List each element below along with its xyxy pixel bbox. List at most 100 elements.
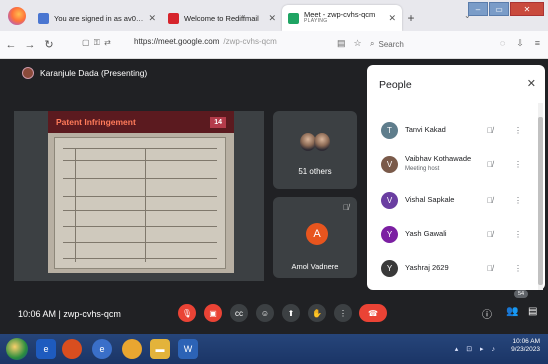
others-count-label: 51 others — [298, 167, 332, 176]
more-options-icon[interactable]: ⋮ — [514, 196, 522, 205]
avatar: Y — [381, 259, 398, 277]
avatar: T — [381, 121, 398, 139]
tab-meet[interactable]: Meet - zwp-cvhs-qcm PLAYING ✕ — [282, 5, 402, 31]
ie-icon[interactable]: e — [36, 339, 56, 359]
people-panel: People ✕ T Tanvi Kakad 🎙̸ ⋮ V Vaibhav Ko… — [367, 65, 545, 290]
people-panel-title: People — [379, 79, 412, 91]
leave-call-button[interactable]: ☎ — [359, 304, 387, 322]
muted-mic-icon: 🎙̸ — [487, 159, 493, 169]
presenter-avatar — [22, 67, 34, 79]
windows-taskbar: e e ▬ W ▴ ⊡ ▸ ♪ 10:06 AM 9/23/2023 — [0, 334, 548, 364]
taskbar-time: 10:06 AM — [512, 338, 540, 345]
participant-name: Yash Gawali — [405, 229, 447, 239]
muted-mic-icon: 🎙̸ — [487, 229, 493, 239]
captions-icon: cc — [235, 308, 243, 318]
more-options-icon[interactable]: ⋮ — [514, 230, 522, 239]
meeting-code: zwp-cvhs-qcm — [63, 309, 121, 319]
tab-title: Welcome to Rediffmail — [184, 13, 259, 23]
meeting-clock: 10:06 AM — [18, 309, 57, 319]
toolbar-icons: ◌ ⇩ ≡ — [500, 38, 540, 49]
present-button[interactable]: ⬆ — [282, 304, 300, 322]
participant-tile[interactable]: 🎙̸ A Amol Vadnere — [273, 197, 357, 278]
meeting-details-icon[interactable]: ⓘ — [482, 306, 492, 321]
participant-faces — [300, 133, 332, 151]
bookmark-star-icon[interactable]: ☆ — [354, 38, 362, 49]
raise-hand-icon: ✋ — [312, 308, 322, 318]
word-icon[interactable]: W — [178, 339, 198, 359]
maximize-icon[interactable]: ▭ — [489, 2, 509, 16]
reload-icon[interactable]: ↻ — [41, 38, 57, 51]
system-tray-icons[interactable]: ▴ ⊡ ▸ ♪ — [455, 345, 498, 353]
slide-document-photo — [54, 137, 226, 269]
list-item[interactable]: Y Yash Gawali 🎙̸ ⋮ — [367, 217, 537, 251]
more-options-button[interactable]: ⋮ — [334, 304, 352, 322]
url-bar[interactable]: https://meet.google.com/zwp-cvhs-qcm — [134, 37, 277, 46]
menu-icon[interactable]: ≡ — [535, 38, 540, 49]
list-item[interactable]: V Vaibhav Kothawade Meeting host 🎙̸ ⋮ — [367, 147, 537, 181]
close-tab-icon[interactable]: ✕ — [268, 13, 276, 24]
muted-mic-icon: 🎙̸ — [487, 195, 493, 205]
participant-avatar: A — [306, 223, 328, 245]
reader-view-icon[interactable]: ▤ — [337, 38, 346, 49]
raise-hand-button[interactable]: ✋ — [308, 304, 326, 322]
close-icon[interactable]: ✕ — [527, 77, 536, 90]
others-tile[interactable]: 51 others — [273, 111, 357, 189]
extensions-icon[interactable]: ⇩ — [516, 38, 524, 49]
window-controls: – ▭ ✕ — [468, 2, 544, 16]
tab-rediffmail[interactable]: Welcome to Rediffmail ✕ — [162, 5, 282, 31]
avatar: V — [381, 155, 398, 173]
pocket-icon[interactable]: ◌ — [500, 38, 505, 49]
emoji-icon: ☺ — [260, 308, 270, 318]
taskbar-date: 9/23/2023 — [511, 346, 540, 354]
chat-icon[interactable]: ▤ — [528, 306, 537, 317]
minimize-icon[interactable]: – — [468, 2, 488, 16]
back-icon[interactable]: ← — [3, 39, 19, 51]
participant-name: Yashraj 2629 — [405, 263, 449, 273]
close-tab-icon[interactable]: ✕ — [388, 13, 396, 24]
participant-list: T Tanvi Kakad 🎙̸ ⋮ V Vaibhav Kothawade M… — [367, 103, 545, 288]
more-options-icon[interactable]: ⋮ — [514, 264, 522, 273]
url-path: /zwp-cvhs-qcm — [223, 37, 277, 46]
list-item[interactable]: V Vishal Sapkale 🎙̸ ⋮ — [367, 183, 537, 217]
camera-toggle-button[interactable]: ▣ — [204, 304, 222, 322]
file-explorer-icon[interactable]: ▬ — [150, 339, 170, 359]
firefox-logo-icon — [8, 7, 26, 25]
search-box[interactable]: ⌕ Search — [366, 35, 486, 53]
screen: You are signed in as av072010 ✕ Welcome … — [0, 0, 548, 364]
muted-mic-icon: 🎙̸ — [487, 263, 493, 273]
avatar: Y — [381, 225, 398, 243]
captions-button[interactable]: cc — [230, 304, 248, 322]
people-scrollbar[interactable] — [538, 103, 543, 290]
more-options-icon[interactable]: ⋮ — [514, 126, 522, 135]
new-tab-button[interactable]: + — [402, 5, 420, 31]
rediff-favicon-icon — [168, 12, 179, 24]
end-call-icon: ☎ — [368, 308, 378, 318]
browser-tab-strip: You are signed in as av072010 ✕ Welcome … — [0, 0, 548, 31]
mic-off-icon: 🎙 — [181, 308, 193, 318]
start-button[interactable] — [6, 338, 28, 360]
taskbar-clock[interactable]: 10:06 AM 9/23/2023 — [511, 338, 540, 354]
tab-signed-in[interactable]: You are signed in as av072010 ✕ — [32, 5, 162, 31]
participant-count-badge: 54 — [514, 290, 529, 298]
forward-icon[interactable]: → — [22, 39, 38, 51]
muted-mic-icon: 🎙̸ — [487, 125, 493, 135]
presentation-stage[interactable]: Patent Infringement 14 — [14, 111, 264, 281]
close-tab-icon[interactable]: ✕ — [148, 13, 156, 24]
people-icon[interactable]: 👥 — [506, 306, 518, 317]
close-window-icon[interactable]: ✕ — [510, 2, 544, 16]
list-item[interactable]: T Tanvi Kakad 🎙̸ ⋮ — [367, 113, 537, 147]
firefox-taskbar-icon[interactable] — [62, 339, 82, 359]
slide-number: 14 — [210, 116, 226, 128]
list-item[interactable]: Y Yashraj 2629 🎙̸ ⋮ — [367, 251, 537, 285]
more-options-icon[interactable]: ⋮ — [514, 160, 522, 169]
meeting-info: 10:06 AM | zwp-cvhs-qcm — [18, 309, 121, 319]
security-icons[interactable]: ▢ ⚿ ⇄ — [82, 38, 112, 48]
microphone-toggle-button[interactable]: 🎙 — [178, 304, 196, 322]
emoji-button[interactable]: ☺ — [256, 304, 274, 322]
present-screen-icon: ⬆ — [287, 308, 295, 318]
tab-title: You are signed in as av072010 — [54, 13, 143, 23]
url-host: https://meet.google.com — [134, 37, 220, 46]
internet-explorer-icon[interactable]: e — [92, 339, 112, 359]
chrome-icon[interactable] — [122, 339, 142, 359]
slide-header: Patent Infringement 14 — [48, 111, 234, 133]
